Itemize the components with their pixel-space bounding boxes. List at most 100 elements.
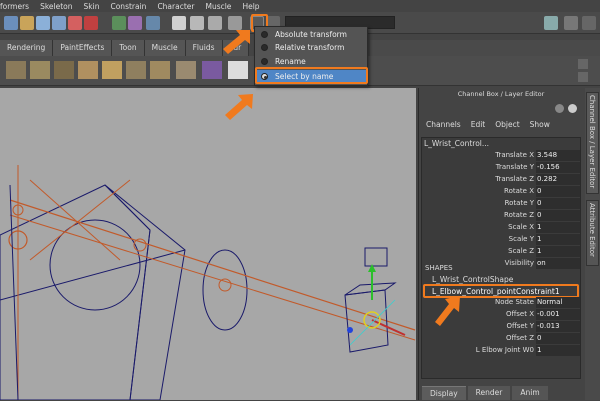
attr-value[interactable]: on bbox=[536, 258, 580, 269]
dropdown-item-label: Absolute transform bbox=[275, 30, 347, 39]
attr-label: Rotate Y bbox=[504, 199, 534, 207]
attr-value[interactable]: 0 bbox=[536, 333, 580, 344]
shelf-tab-bar-filler bbox=[370, 40, 600, 56]
attr-label: Offset X bbox=[505, 310, 534, 318]
shapes-heading: SHAPES bbox=[425, 264, 453, 272]
menu-item-deformers[interactable]: formers bbox=[0, 2, 29, 11]
attr-value[interactable]: 1 bbox=[536, 234, 580, 245]
construction-icon[interactable] bbox=[128, 16, 142, 30]
attr-row-rotate-x[interactable]: Rotate X0 bbox=[421, 186, 581, 197]
side-tab-attribute-editor[interactable]: Attribute Editor bbox=[586, 200, 599, 266]
attr-value[interactable]: Normal bbox=[536, 297, 580, 308]
shelf-tab-muscle[interactable]: Muscle bbox=[144, 40, 186, 56]
snap-curve-icon[interactable] bbox=[68, 16, 82, 30]
attr-value[interactable]: 1 bbox=[536, 222, 580, 233]
attr-value[interactable]: 0 bbox=[536, 186, 580, 197]
channel-box-settings-icon[interactable] bbox=[555, 104, 564, 113]
attr-value[interactable]: 1 bbox=[536, 246, 580, 257]
attr-value[interactable]: 1 bbox=[536, 345, 580, 356]
attr-value[interactable]: -0.013 bbox=[536, 321, 580, 332]
object-name[interactable]: L_Wrist_Control... bbox=[424, 139, 489, 148]
radio-icon bbox=[261, 31, 268, 38]
menu-bar: formers Skeleton Skin Constrain Characte… bbox=[0, 0, 600, 12]
attr-row-rotate-y[interactable]: Rotate Y0 bbox=[421, 198, 581, 209]
snap-grid-icon[interactable] bbox=[52, 16, 66, 30]
channel-box-toggle-icon[interactable] bbox=[544, 16, 558, 30]
shelf-scroll-up-icon[interactable] bbox=[578, 59, 588, 69]
shelf-tab-fluids[interactable]: Fluids bbox=[185, 40, 223, 56]
side-tab-channel-box[interactable]: Channel Box / Layer Editor bbox=[586, 92, 599, 194]
channel-box-info-icon[interactable] bbox=[568, 104, 577, 113]
attr-label: Translate Y bbox=[495, 163, 534, 171]
lasso-icon[interactable] bbox=[20, 16, 34, 30]
layer-editor-tabs: Display Render Anim bbox=[418, 386, 584, 400]
radio-icon bbox=[261, 58, 268, 65]
attr-row-rotate-z[interactable]: Rotate Z0 bbox=[421, 210, 581, 221]
attr-value[interactable]: 0 bbox=[536, 198, 580, 209]
dropdown-item-label: Rename bbox=[275, 57, 306, 66]
shelf-tab-rendering[interactable]: Rendering bbox=[0, 40, 54, 56]
shelf-prism-icon[interactable] bbox=[54, 61, 74, 79]
attr-value[interactable]: -0.156 bbox=[536, 162, 580, 173]
shape-name[interactable]: L_Wrist_ControlShape bbox=[432, 275, 513, 284]
shelf-checker-icon[interactable] bbox=[228, 61, 248, 79]
channel-box-menu-show[interactable]: Show bbox=[530, 120, 550, 134]
attr-row-elbow-weight[interactable]: L Elbow Joint W0 1 bbox=[421, 345, 581, 356]
menu-item-character[interactable]: Character bbox=[157, 2, 194, 11]
ipr-icon[interactable] bbox=[190, 16, 204, 30]
shelf-extrude-icon[interactable] bbox=[150, 61, 170, 79]
attr-label: Translate X bbox=[495, 151, 534, 159]
shelf-bridge-icon[interactable] bbox=[176, 61, 196, 79]
attribute-editor-icon[interactable] bbox=[582, 16, 596, 30]
channel-box-menu-object[interactable]: Object bbox=[495, 120, 519, 134]
tab-display[interactable]: Display bbox=[422, 386, 466, 400]
dropdown-item-relative-transform[interactable]: Relative transform bbox=[255, 41, 367, 54]
attr-value[interactable]: -0.001 bbox=[536, 309, 580, 320]
menu-item-muscle[interactable]: Muscle bbox=[205, 2, 231, 11]
menu-item-skeleton[interactable]: Skeleton bbox=[40, 2, 72, 11]
tab-render[interactable]: Render bbox=[467, 386, 511, 400]
dropdown-item-absolute-transform[interactable]: Absolute transform bbox=[255, 28, 367, 41]
attr-value[interactable]: 0.282 bbox=[536, 174, 580, 185]
shelf-light-icon[interactable] bbox=[202, 61, 222, 79]
side-tab-label: Attribute Editor bbox=[588, 203, 596, 257]
attr-row-offset-z[interactable]: Offset Z0 bbox=[421, 333, 581, 344]
render-icon[interactable] bbox=[146, 16, 160, 30]
attr-row-scale-y[interactable]: Scale Y1 bbox=[421, 234, 581, 245]
attr-row-scale-z[interactable]: Scale Z1 bbox=[421, 246, 581, 257]
shelf-poly-icon[interactable] bbox=[78, 61, 98, 79]
attr-row-translate-x[interactable]: Translate X 3.548 bbox=[421, 150, 581, 161]
dropdown-item-label: Relative transform bbox=[275, 43, 345, 52]
shelf-tab-toon[interactable]: Toon bbox=[112, 40, 145, 56]
shelf-bevel-icon[interactable] bbox=[126, 61, 146, 79]
attr-label: Translate Z bbox=[495, 175, 534, 183]
attr-label: Visibility bbox=[504, 259, 534, 267]
tab-anim[interactable]: Anim bbox=[512, 386, 548, 400]
render-frame-icon[interactable] bbox=[172, 16, 186, 30]
attr-row-scale-x[interactable]: Scale X1 bbox=[421, 222, 581, 233]
shelf-scroll-down-icon[interactable] bbox=[578, 72, 588, 82]
attr-row-translate-z[interactable]: Translate Z 0.282 bbox=[421, 174, 581, 185]
menu-item-skin[interactable]: Skin bbox=[84, 2, 100, 11]
menu-item-constrain[interactable]: Constrain bbox=[110, 2, 146, 11]
tool-settings-icon[interactable] bbox=[564, 16, 578, 30]
attr-label: Node State bbox=[494, 298, 534, 306]
shelf-smooth-icon[interactable] bbox=[102, 61, 122, 79]
shelf-tab-painteffects[interactable]: PaintEffects bbox=[53, 40, 113, 56]
attr-value[interactable]: 0 bbox=[536, 210, 580, 221]
select-tool-icon[interactable] bbox=[4, 16, 18, 30]
attr-label: Scale Z bbox=[508, 247, 534, 255]
attr-value[interactable]: 3.548 bbox=[536, 150, 580, 161]
shelf-box-icon[interactable] bbox=[30, 61, 50, 79]
paint-select-icon[interactable] bbox=[36, 16, 50, 30]
attr-row-translate-y[interactable]: Translate Y -0.156 bbox=[421, 162, 581, 173]
select-by-name-highlight bbox=[255, 67, 368, 84]
attr-label: L Elbow Joint W0 bbox=[475, 346, 534, 354]
history-icon[interactable] bbox=[112, 16, 126, 30]
shelf-cube-icon[interactable] bbox=[6, 61, 26, 79]
viewport[interactable] bbox=[0, 88, 416, 400]
channel-box-menu-channels[interactable]: Channels bbox=[426, 120, 461, 134]
menu-item-help[interactable]: Help bbox=[242, 2, 259, 11]
magnet-icon[interactable] bbox=[84, 16, 98, 30]
channel-box-menu-edit[interactable]: Edit bbox=[471, 120, 486, 134]
